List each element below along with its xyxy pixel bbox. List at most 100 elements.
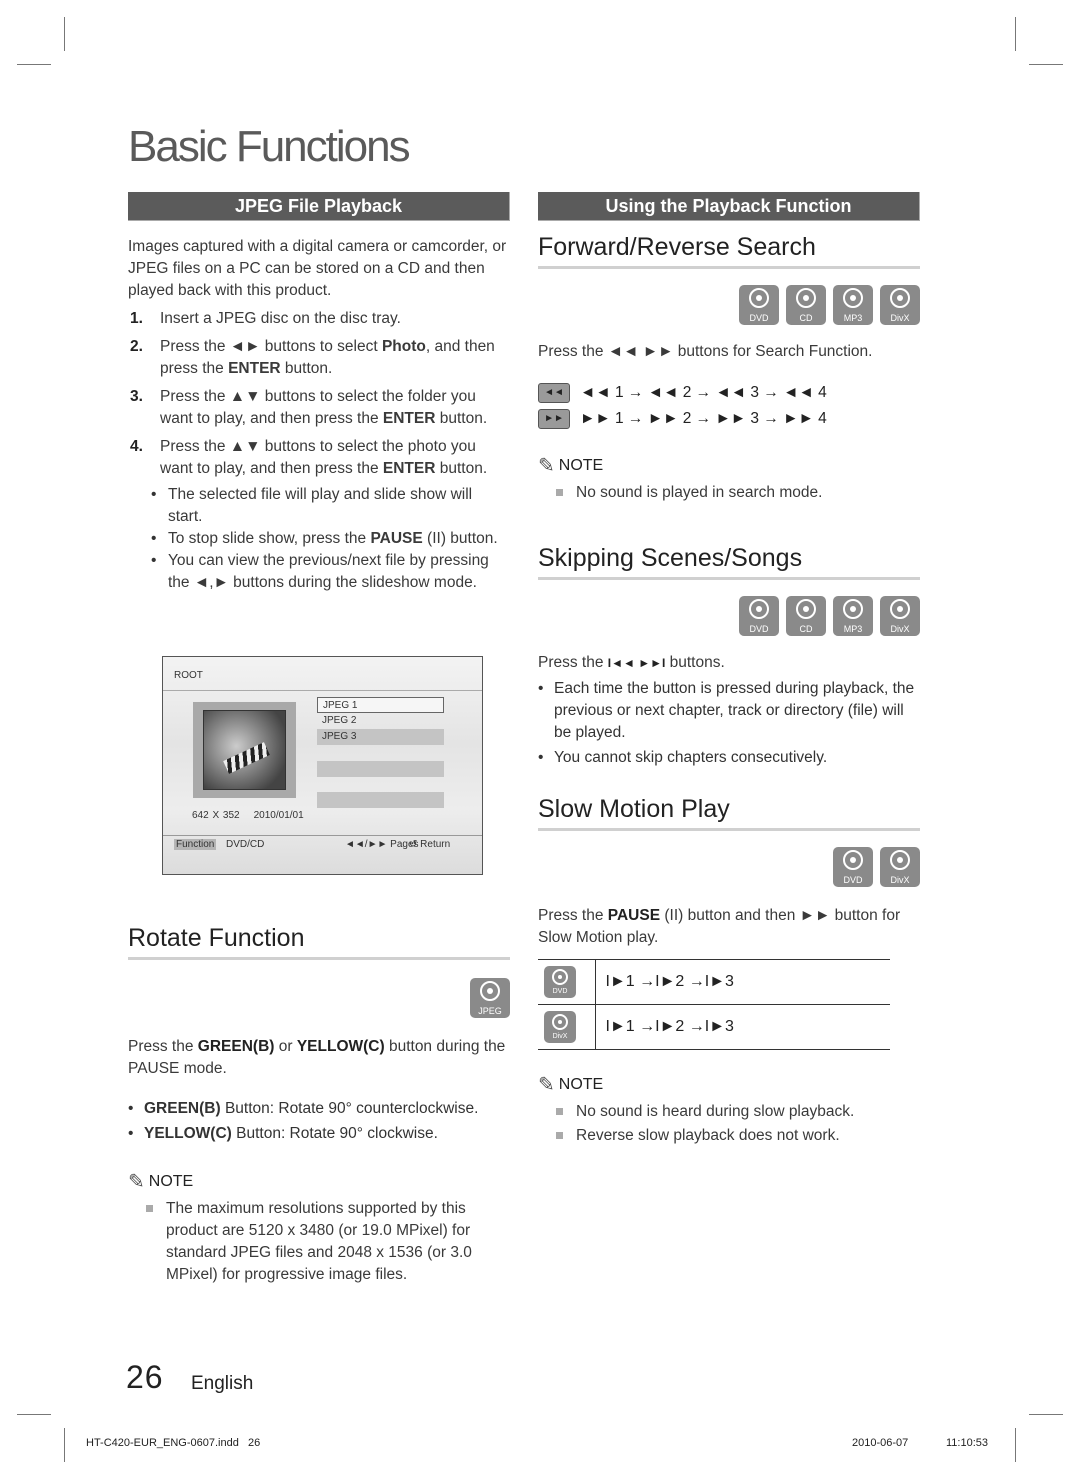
reverse-sequence: ◄◄ ◄◄ 1 → ◄◄ 2 → ◄◄ 3 → ◄◄ 4 — [538, 381, 920, 405]
note-item: No sound is heard during slow playback. — [538, 1101, 920, 1123]
divider — [163, 835, 482, 836]
disc-label: DVD — [552, 988, 568, 995]
crop-mark — [17, 1414, 51, 1415]
pencil-icon: ✎ — [128, 1171, 145, 1193]
bullet-text: The selected file will play and slide sh… — [168, 486, 473, 525]
forward-sequence: ►► ►► 1 → ►► 2 → ►► 3 → ►► 4 — [538, 407, 920, 431]
skip-bullets: Each time the button is pressed during p… — [538, 678, 920, 769]
divx-disc-icon: DivX — [880, 285, 920, 325]
crop-mark — [17, 64, 51, 65]
bullet-bold: PAUSE — [370, 530, 423, 547]
step-text: Press the ◄► buttons to select — [160, 338, 382, 355]
rotate-title: Rotate Function — [128, 924, 510, 960]
disc-ring — [480, 981, 500, 1001]
disc-ring — [749, 288, 769, 308]
fast-forward-button-icon: ►► — [538, 409, 570, 429]
jpeg-intro: Images captured with a digital camera or… — [128, 238, 507, 299]
bullet-item: The selected file will play and slide sh… — [148, 484, 510, 528]
empty-file-slot — [317, 761, 444, 777]
note-item: Reverse slow playback does not work. — [538, 1125, 920, 1147]
divx-disc-icon: DivX — [544, 1011, 576, 1043]
disc-ring — [843, 850, 863, 870]
search-instruction: Press the ◄◄ ►► buttons for Search Funct… — [538, 343, 873, 360]
note-heading: ✎ NOTE — [128, 1169, 510, 1194]
step-text: button. — [435, 410, 488, 427]
slow-instruction: Press the PAUSE (II) button and then ►► … — [538, 905, 920, 949]
disc-label: DivX — [890, 313, 910, 323]
page-title: Basic Functions — [128, 122, 411, 171]
rotate-intro: Press the GREEN(B) or YELLOW(C) button d… — [128, 1036, 510, 1080]
bullet-item: You can view the previous/next file by p… — [148, 550, 510, 594]
bullet-item: To stop slide show, press the PAUSE (II)… — [148, 528, 510, 550]
divx-disc-icon: DivX — [880, 847, 920, 887]
step-number: 3. — [130, 388, 143, 405]
step-item: 1. Insert a JPEG disc on the disc tray. — [128, 308, 510, 330]
note-heading: ✎ NOTE — [538, 453, 920, 478]
bullet-text: Button: Rotate 90° counterclockwise. — [220, 1100, 479, 1117]
disc-badges: JPEG — [128, 978, 510, 1018]
file-item[interactable]: JPEG 2 — [317, 713, 444, 729]
text: or — [274, 1038, 297, 1055]
note-heading: ✎ NOTE — [538, 1072, 920, 1097]
photo-date: 2010/01/01 — [253, 810, 304, 821]
note-label: NOTE — [558, 456, 604, 474]
step-number: 2. — [130, 338, 143, 355]
pencil-icon: ✎ — [538, 1074, 555, 1096]
bullet-item: You cannot skip chapters consecutively. — [538, 747, 920, 769]
step-bold: ENTER — [382, 410, 436, 427]
disc-badges: DVD CD MP3 DivX — [538, 285, 920, 325]
disc-ring — [552, 1014, 568, 1030]
note-item: No sound is played in search mode. — [538, 482, 920, 504]
file-item-selected[interactable]: JPEG 1 — [317, 697, 444, 713]
cd-disc-icon: CD — [786, 596, 826, 636]
return-hint: ↺ Return — [409, 839, 451, 850]
disc-ring — [843, 599, 863, 619]
step-bold: ENTER — [382, 460, 436, 477]
slow-motion-title: Slow Motion Play — [538, 795, 920, 831]
disc-label: DVD — [843, 875, 863, 885]
disc-label: MP3 — [843, 624, 863, 634]
bullet-text: (II) button. — [422, 530, 498, 547]
disc-ring — [890, 288, 910, 308]
step-text: Insert a JPEG disc on the disc tray. — [160, 310, 401, 327]
slug-date: 2010-06-07 — [852, 1437, 909, 1449]
cd-disc-icon: CD — [786, 285, 826, 325]
disc-label: DivX — [890, 624, 910, 634]
pages-hint: ◄◄/►► Pages — [345, 839, 419, 850]
disc-cell: DivX — [538, 1004, 596, 1050]
disc-label: DivX — [890, 875, 910, 885]
jpeg-browser-screenshot: ROOT JPEG 1 JPEG 2 JPEG 3 642 X 352 2010/… — [162, 656, 483, 875]
file-item[interactable]: JPEG 3 — [317, 729, 444, 745]
note-label: NOTE — [558, 1075, 604, 1093]
note-item: The maximum resolutions supported by thi… — [128, 1198, 510, 1286]
disc-label: JPEG — [478, 1006, 502, 1016]
step-text: button. — [280, 360, 333, 377]
pencil-icon: ✎ — [538, 455, 555, 477]
photo-thumbnail-frame — [193, 702, 296, 798]
sequence-text: ◄◄ 1 → ◄◄ 2 → ◄◄ 3 → ◄◄ 4 — [580, 384, 827, 401]
bullet-bold: GREEN(B) — [144, 1100, 221, 1117]
slow-notes: No sound is heard during slow playback. … — [538, 1101, 920, 1147]
mp3-disc-icon: MP3 — [833, 596, 873, 636]
dvd-disc-icon: DVD — [544, 966, 576, 998]
disc-ring — [552, 969, 568, 985]
step-number: 4. — [130, 438, 143, 455]
rotate-notes: The maximum resolutions supported by thi… — [128, 1198, 510, 1286]
slow-motion-table: DVD I►1 →I►2 →I►3 DivX I►1 →I►2 →I►3 — [538, 959, 890, 1050]
dvd-disc-icon: DVD — [833, 847, 873, 887]
page-language: English — [191, 1373, 254, 1394]
disc-label: DVD — [749, 624, 769, 634]
sequence-cell: I►1 →I►2 →I►3 — [595, 1004, 890, 1050]
divx-disc-icon: DivX — [880, 596, 920, 636]
mp3-disc-icon: MP3 — [833, 285, 873, 325]
page-number: 26 — [126, 1359, 164, 1395]
step-bold: ENTER — [228, 360, 281, 377]
photo-info: 642 X 352 2010/01/01 — [192, 810, 304, 821]
crop-mark — [1015, 1428, 1016, 1462]
bullet-text: Button: Rotate 90° clockwise. — [231, 1125, 438, 1142]
function-button[interactable]: Function — [174, 839, 217, 850]
disc-label: DivX — [552, 1033, 568, 1040]
skip-title: Skipping Scenes/Songs — [538, 544, 920, 580]
sequence-cell: I►1 →I►2 →I►3 — [595, 959, 890, 1005]
disc-ring — [890, 850, 910, 870]
